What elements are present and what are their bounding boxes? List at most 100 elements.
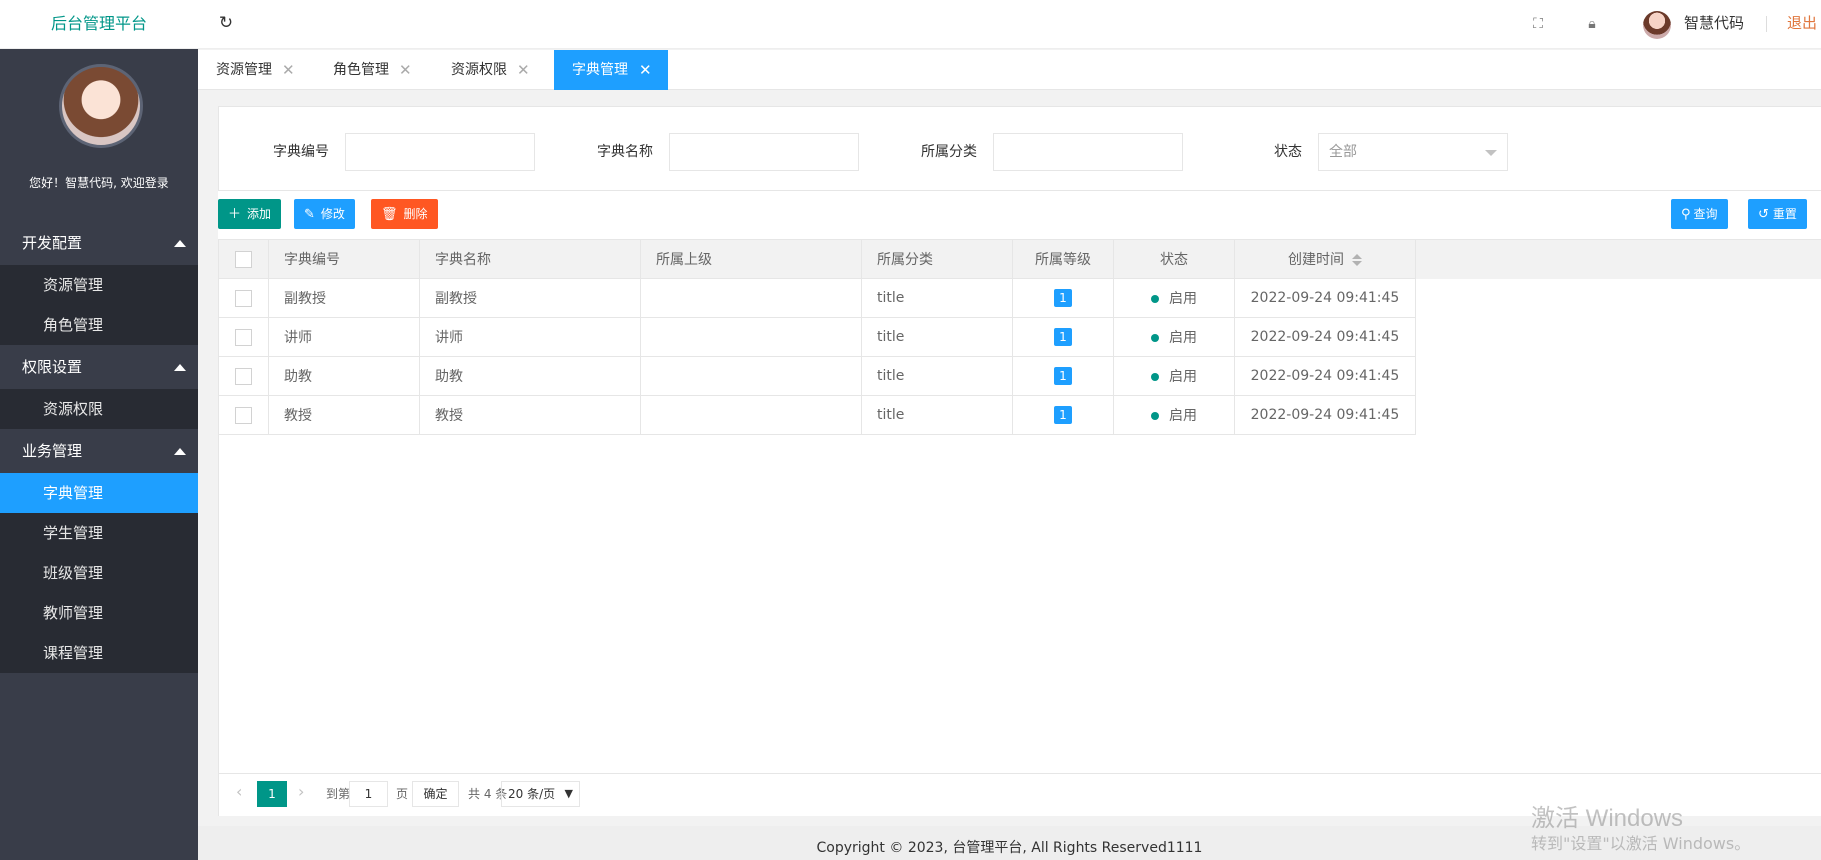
cell-name: 副教授 [419, 278, 641, 318]
close-icon[interactable]: ✕ [282, 50, 295, 90]
cell-status: 启用 [1113, 278, 1235, 318]
dict-code-input[interactable] [345, 133, 535, 171]
logout-link[interactable]: 退出 [1787, 0, 1817, 47]
cell-code: 教授 [268, 395, 420, 435]
table-row[interactable]: 教授 教授 title 1 启用 2022-09-24 09:41:45 [218, 395, 1821, 435]
top-header: 后台管理平台 ↻ ⛶ 🔒︎ 智慧代码 退出 [0, 0, 1821, 49]
app-logo-title[interactable]: 后台管理平台 [0, 0, 198, 49]
edit-button-label: 修改 [320, 207, 345, 221]
sort-icon[interactable] [1352, 254, 1362, 266]
table-row[interactable]: 讲师 讲师 title 1 启用 2022-09-24 09:41:45 [218, 317, 1821, 357]
delete-button[interactable]: 🗑︎ 删除 [371, 199, 438, 229]
cell-status: 启用 [1113, 395, 1235, 435]
column-header-code[interactable]: 字典编号 [268, 239, 420, 279]
row-checkbox[interactable] [235, 406, 252, 424]
search-form: 字典编号 字典名称 所属分类 状态 全部 [218, 106, 1821, 191]
cell-category: title [861, 356, 1013, 396]
cell-status: 启用 [1113, 356, 1235, 396]
menu-group-dev-config[interactable]: 开发配置 [0, 221, 198, 265]
goto-confirm-button[interactable]: 确定 [412, 781, 459, 807]
sidebar-item-class-management[interactable]: 班级管理 [0, 553, 198, 593]
sidebar-item-course-management[interactable]: 课程管理 [0, 633, 198, 673]
fullscreen-icon[interactable]: ⛶ [1528, 14, 1548, 34]
cell-code: 助教 [268, 356, 420, 396]
menu-group-business[interactable]: 业务管理 [0, 429, 198, 473]
cell-level: 1 [1012, 356, 1114, 396]
close-icon[interactable]: ✕ [517, 50, 530, 90]
submenu-permission: 资源权限 [0, 389, 198, 429]
menu-group-label: 业务管理 [22, 442, 83, 460]
page-size-select[interactable]: 20 条/页 ▼ [501, 781, 580, 807]
sidebar-item-dictionary-management[interactable]: 字典管理 [0, 473, 198, 513]
lock-icon[interactable]: 🔒︎ [1582, 14, 1602, 34]
column-header-created[interactable]: 创建时间 [1234, 239, 1416, 279]
tab-label: 资源管理 [216, 62, 272, 78]
sidebar-item-resource-management[interactable]: 资源管理 [0, 265, 198, 305]
sidebar-item-resource-permission[interactable]: 资源权限 [0, 389, 198, 429]
page-size-value: 20 条/页 [508, 787, 556, 801]
cell-level: 1 [1012, 278, 1114, 318]
activation-watermark-text: 转到"设置"以激活 Windows。 [1531, 834, 1751, 853]
cell-parent [640, 317, 862, 357]
category-input[interactable] [993, 133, 1183, 171]
row-checkbox[interactable] [235, 367, 252, 385]
reset-button[interactable]: ↺ 重置 [1748, 199, 1807, 229]
select-all-cell [218, 239, 269, 279]
query-button[interactable]: ⚲ 查询 [1671, 199, 1728, 229]
menu-group-permission[interactable]: 权限设置 [0, 345, 198, 389]
status-select[interactable]: 全部 [1318, 133, 1508, 171]
pencil-icon: ✎ [304, 207, 315, 222]
column-header-status[interactable]: 状态 [1113, 239, 1235, 279]
sidebar-avatar [59, 64, 143, 148]
caret-up-icon [174, 240, 186, 247]
column-header-parent[interactable]: 所属上级 [640, 239, 862, 279]
prev-page-icon[interactable]: ‹ [236, 782, 242, 801]
cell-code: 讲师 [268, 317, 420, 357]
level-badge: 1 [1054, 367, 1072, 385]
edit-button[interactable]: ✎ 修改 [294, 199, 355, 229]
level-badge: 1 [1054, 289, 1072, 307]
status-select-value: 全部 [1329, 144, 1357, 160]
tab-resource-permission[interactable]: 资源权限 ✕ [433, 50, 536, 90]
dict-name-input[interactable] [669, 133, 859, 171]
table-row[interactable]: 助教 助教 title 1 启用 2022-09-24 09:41:45 [218, 356, 1821, 396]
page-number-current[interactable]: 1 [257, 781, 287, 807]
table-row[interactable]: 副教授 副教授 title 1 启用 2022-09-24 09:41:45 [218, 278, 1821, 318]
tab-resource-management[interactable]: 资源管理 ✕ [198, 50, 301, 90]
table-header-row: 字典编号 字典名称 所属上级 所属分类 所属等级 状态 创建时间 [218, 239, 1821, 279]
caret-up-icon [174, 364, 186, 371]
cell-status: 启用 [1113, 317, 1235, 357]
add-button[interactable]: ＋ 添加 [218, 199, 282, 229]
cell-parent [640, 278, 862, 318]
cell-parent [640, 356, 862, 396]
goto-page-input[interactable]: 1 [349, 781, 388, 807]
header-username[interactable]: 智慧代码 [1684, 0, 1744, 47]
row-filler [1415, 278, 1821, 318]
status-dot-icon [1151, 334, 1159, 342]
sidebar-item-teacher-management[interactable]: 教师管理 [0, 593, 198, 633]
status-dot-icon [1151, 295, 1159, 303]
status-dot-icon [1151, 412, 1159, 420]
sidebar-item-student-management[interactable]: 学生管理 [0, 513, 198, 553]
column-header-name[interactable]: 字典名称 [419, 239, 641, 279]
cell-level: 1 [1012, 317, 1114, 357]
tab-role-management[interactable]: 角色管理 ✕ [315, 50, 418, 90]
refresh-icon[interactable]: ↻ [216, 13, 236, 33]
user-avatar[interactable] [1643, 11, 1671, 39]
select-all-checkbox[interactable] [235, 250, 252, 268]
dictionary-table: 字典编号 字典名称 所属上级 所属分类 所属等级 状态 创建时间 副教授 副教授… [218, 239, 1821, 435]
column-header-level[interactable]: 所属等级 [1012, 239, 1114, 279]
row-checkbox[interactable] [235, 289, 252, 307]
menu-group-label: 权限设置 [22, 358, 83, 376]
row-select-cell [218, 356, 269, 396]
close-icon[interactable]: ✕ [399, 50, 412, 90]
column-header-category[interactable]: 所属分类 [861, 239, 1013, 279]
close-icon[interactable]: ✕ [639, 50, 652, 90]
sidebar-item-role-management[interactable]: 角色管理 [0, 305, 198, 345]
tab-bar: 资源管理 ✕ 角色管理 ✕ 资源权限 ✕ 字典管理 ✕ [198, 50, 1821, 90]
row-checkbox[interactable] [235, 328, 252, 346]
status-text: 启用 [1169, 330, 1197, 346]
chevron-down-icon: ▼ [564, 787, 573, 800]
tab-dictionary-management[interactable]: 字典管理 ✕ [554, 50, 668, 90]
next-page-icon[interactable]: › [298, 782, 304, 801]
